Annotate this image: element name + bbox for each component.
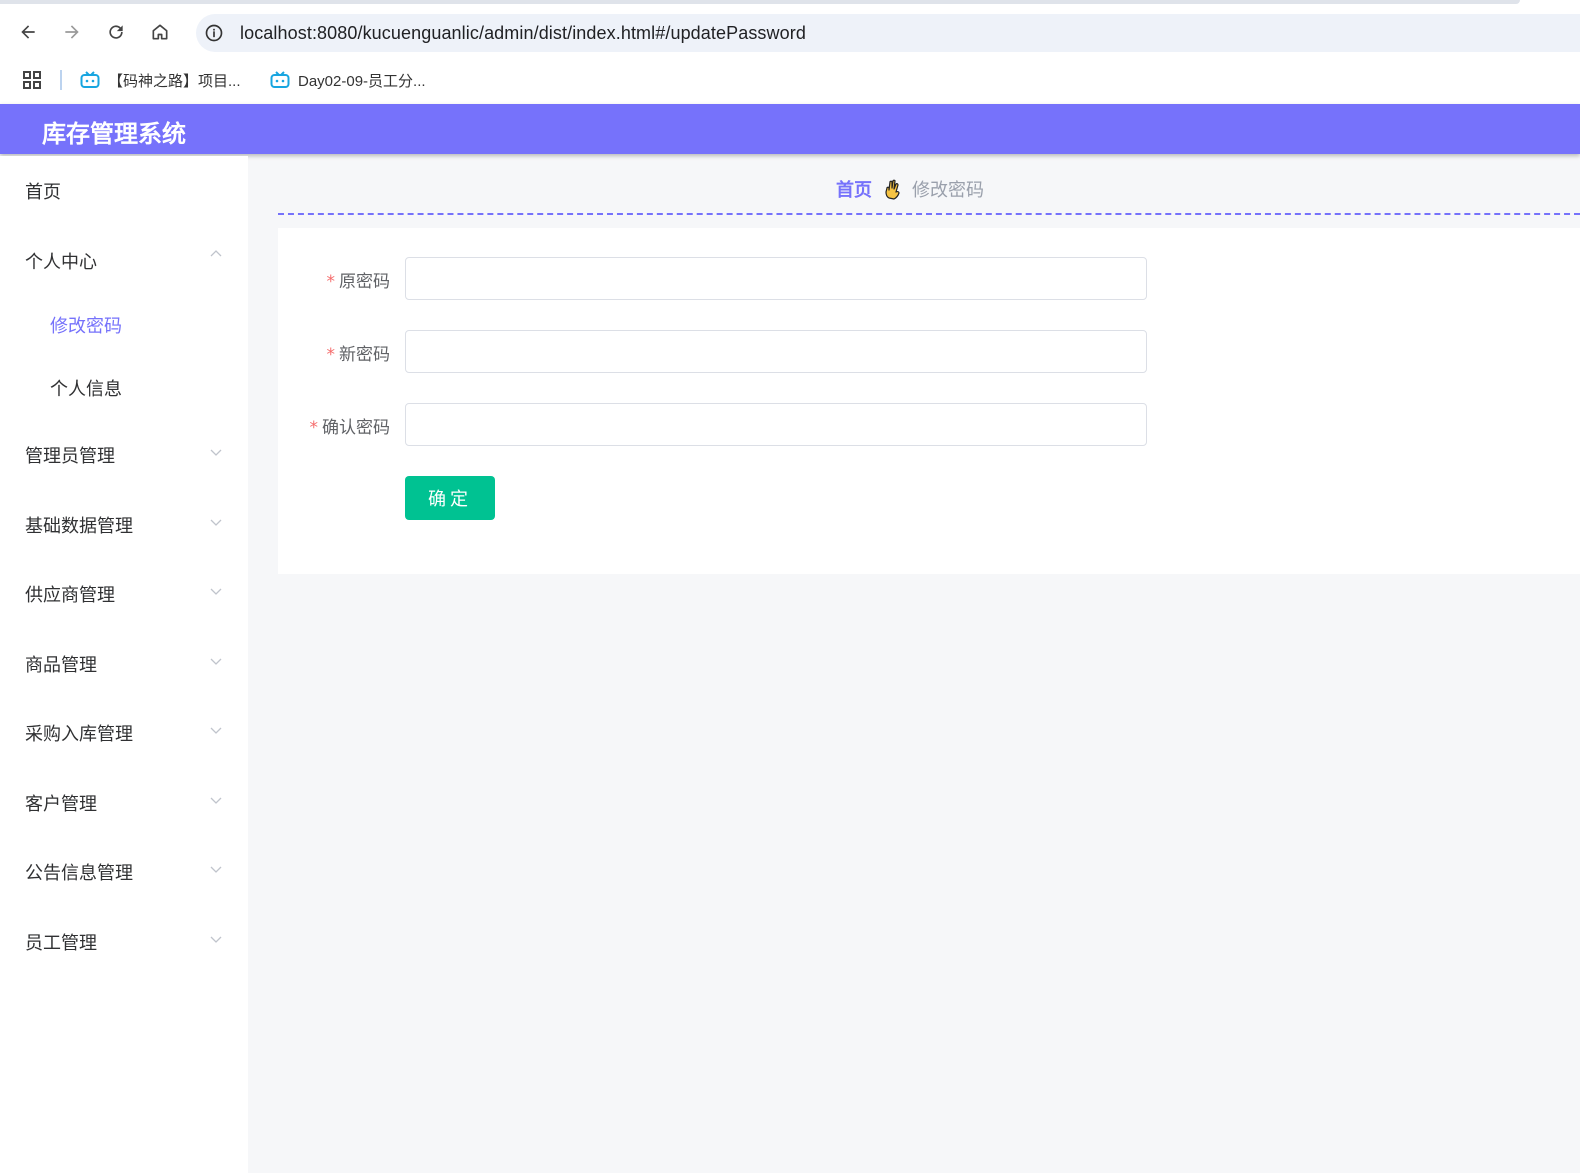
forward-icon[interactable] [58,18,86,46]
chevron-down-icon [210,449,222,456]
sidebar-item-label: 员工管理 [25,933,97,954]
sidebar-subitem-change-password[interactable]: 修改密码 [0,302,248,346]
app-title: 库存管理系统 [42,120,186,148]
chevron-down-icon [210,519,222,526]
required-mark: * [326,345,336,365]
chevron-down-icon [210,588,222,595]
bookmark-label: 【码神之路】项目... [108,72,241,90]
sidebar-subitem-label: 修改密码 [50,316,122,337]
sidebar-item-label: 基础数据管理 [25,516,133,537]
apps-grid-icon[interactable] [22,70,42,90]
bookmarks-separator [60,70,62,90]
chevron-down-icon [210,658,222,665]
sidebar-item-label: 客户管理 [25,794,97,815]
new-password-label: * 新密码 [326,345,391,365]
site-info-icon[interactable] [204,23,224,43]
breadcrumb: 首页 修改密码 [836,176,984,202]
sidebar-item-basic-data[interactable]: 基础数据管理 [0,502,248,546]
sidebar-item-customer[interactable]: 客户管理 [0,780,248,824]
confirm-button[interactable]: 确定 [405,476,495,520]
sidebar-item-label: 首页 [25,182,61,203]
required-mark: * [309,418,319,438]
sidebar-item-label: 采购入库管理 [25,724,133,745]
sidebar-item-label: 个人中心 [25,252,97,273]
sidebar-subitem-personal-info[interactable]: 个人信息 [0,365,248,409]
sidebar-item-label: 商品管理 [25,655,97,676]
old-password-input[interactable] [405,257,1147,300]
address-bar[interactable]: localhost:8080/kucuenguanlic/admin/dist/… [196,14,1580,52]
sidebar-item-employee[interactable]: 员工管理 [0,919,248,963]
breadcrumb-current: 修改密码 [912,180,984,201]
home-icon[interactable] [146,18,174,46]
bookmark-item[interactable]: 【码神之路】项目... [80,68,241,92]
breadcrumb-divider [278,213,1580,215]
bookmark-item[interactable]: Day02-09-员工分... [270,68,426,92]
sidebar-item-label: 供应商管理 [25,585,115,606]
old-password-label: * 原密码 [326,272,391,292]
bilibili-icon [80,71,100,88]
chevron-down-icon [210,936,222,943]
confirm-password-input[interactable] [405,403,1147,446]
chevron-down-icon [210,866,222,873]
sidebar-item-announcement[interactable]: 公告信息管理 [0,849,248,893]
chevron-down-icon [210,797,222,804]
new-password-input[interactable] [405,330,1147,373]
chevron-up-icon [210,250,222,257]
chevron-down-icon [210,727,222,734]
sidebar-item-purchase-inbound[interactable]: 采购入库管理 [0,710,248,754]
app-header: 库存管理系统 [0,104,1580,154]
sidebar-menu: 首页 个人中心 修改密码 个人信息 管理员管理 基础数据管理 供应商管理 商品管… [0,156,248,1173]
sidebar-subitem-label: 个人信息 [50,379,122,400]
sidebar-item-supplier[interactable]: 供应商管理 [0,571,248,615]
bilibili-icon [270,71,290,88]
bookmark-label: Day02-09-员工分... [298,72,426,90]
sidebar-item-label: 公告信息管理 [25,863,133,884]
required-mark: * [326,272,336,292]
tab-strip [0,0,1520,4]
hand-ok-icon [885,179,900,200]
sidebar-item-goods[interactable]: 商品管理 [0,641,248,685]
back-icon[interactable] [14,18,42,46]
confirm-password-label: * 确认密码 [309,418,391,438]
sidebar-item-personal-center[interactable]: 个人中心 [0,238,248,282]
sidebar-item-label: 管理员管理 [25,446,115,467]
breadcrumb-home-link[interactable]: 首页 [836,176,872,202]
reload-icon[interactable] [102,18,130,46]
url-text[interactable]: localhost:8080/kucuenguanlic/admin/dist/… [240,23,806,44]
sidebar-item-admin-management[interactable]: 管理员管理 [0,432,248,476]
sidebar-item-home[interactable]: 首页 [0,168,248,212]
